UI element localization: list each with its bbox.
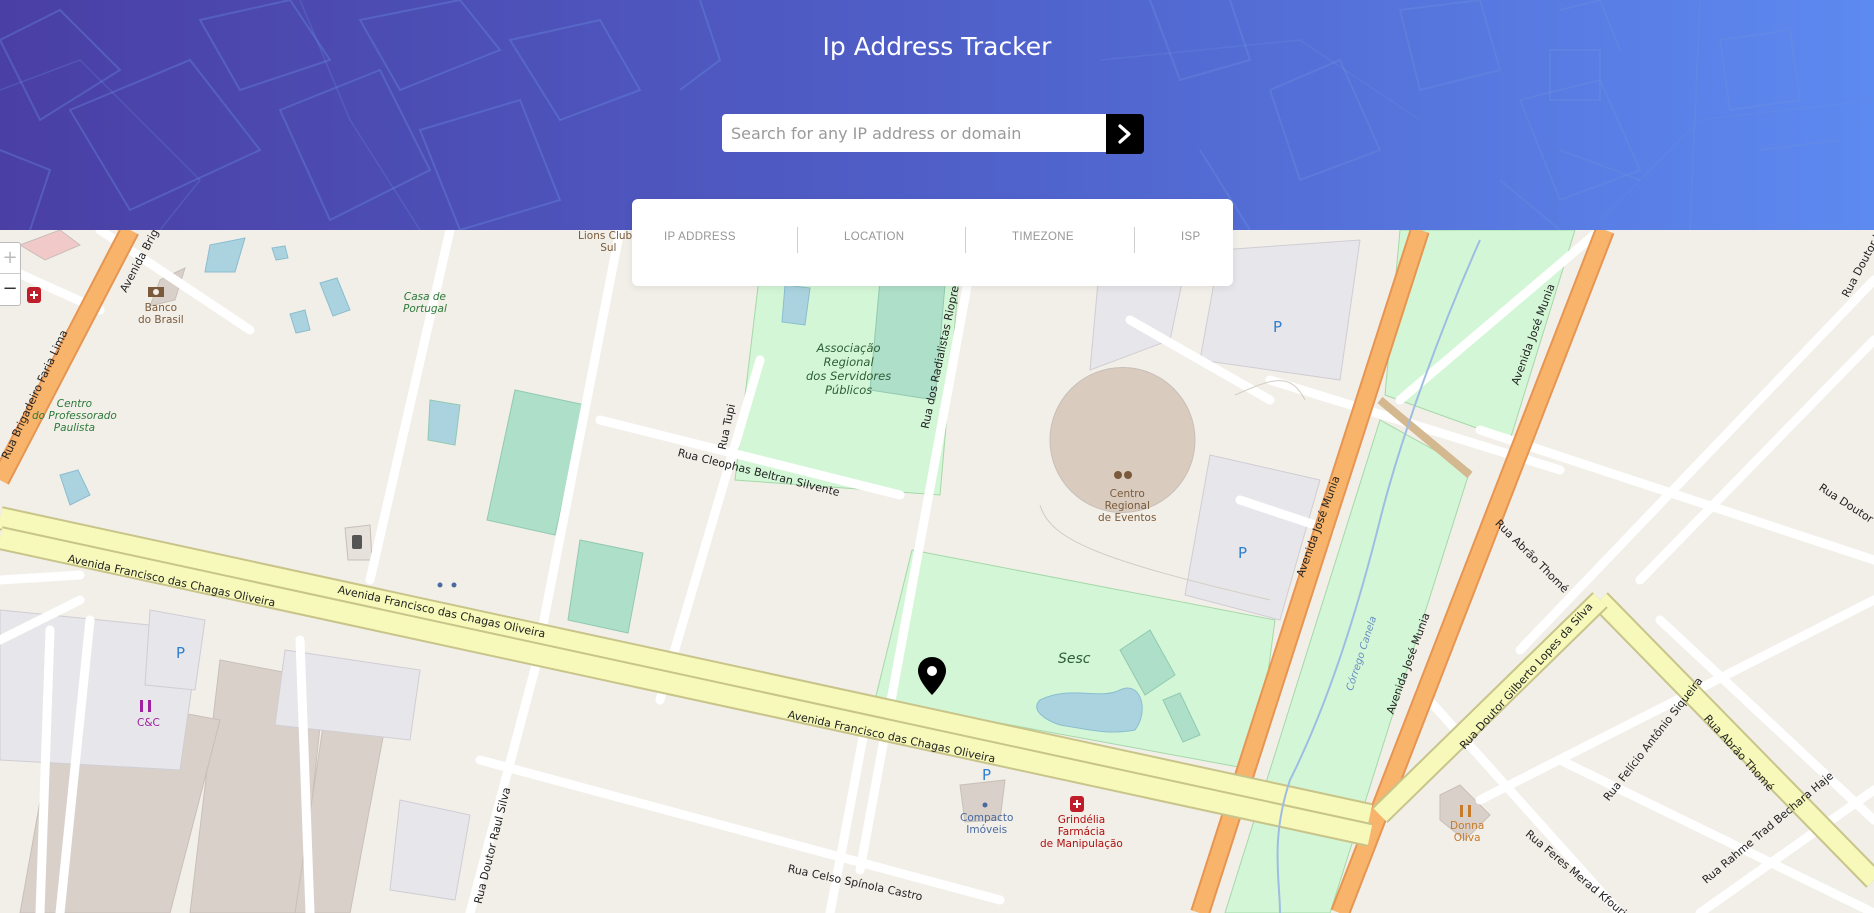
poi-label-centro-professorado: Centro do Professorado Paulista — [32, 398, 117, 434]
location-label: LOCATION — [844, 231, 905, 243]
map-view[interactable]: Avenida Francisco das Chagas Oliveira Av… — [0, 230, 1874, 913]
ip-info-card: IP ADDRESS LOCATION TIMEZONE ISP — [632, 199, 1233, 286]
parking-icon: P — [982, 766, 992, 784]
header-banner: Ip Address Tracker — [0, 0, 1874, 230]
poi-label-grindelia: Grindélia Farmácia de Manipulação — [1040, 814, 1123, 850]
poi-label-casa-portugal: Casa de Portugal — [403, 291, 447, 315]
location-marker-icon[interactable] — [917, 656, 947, 696]
info-divider — [797, 227, 798, 253]
zoom-in-button[interactable]: + — [0, 243, 20, 274]
timezone-label: TIMEZONE — [1012, 231, 1074, 243]
parking-icon: P — [1238, 544, 1248, 562]
isp-label: ISP — [1181, 231, 1201, 243]
map-zoom-control: + − — [0, 242, 21, 306]
poi-label-cc: C&C — [137, 717, 160, 729]
info-divider — [1134, 227, 1135, 253]
poi-label-donna-oliva: Donna Oliva — [1450, 820, 1485, 844]
poi-label-sesc: Sesc — [1058, 651, 1091, 667]
poi-label-compacto: Compacto Imóveis — [960, 812, 1014, 836]
page-title: Ip Address Tracker — [822, 32, 1052, 61]
poi-label-associacao: Associação Regional dos Servidores Públi… — [806, 341, 892, 397]
parking-icon: P — [176, 644, 186, 662]
poi-label-banco: Banco do Brasil — [138, 302, 184, 326]
map-tiles — [0, 230, 1874, 913]
search-bar — [722, 114, 1144, 154]
search-input[interactable] — [722, 114, 1106, 152]
chevron-right-icon — [1118, 124, 1131, 144]
info-divider — [965, 227, 966, 253]
poi-label-lions: Lions Clube Sul — [578, 230, 639, 254]
zoom-out-button[interactable]: − — [0, 274, 20, 304]
search-submit-button[interactable] — [1106, 114, 1144, 154]
parking-icon: P — [1273, 318, 1283, 336]
poi-label-centro-eventos: Centro Regional de Eventos — [1098, 488, 1157, 524]
ip-address-label: IP ADDRESS — [664, 231, 736, 243]
